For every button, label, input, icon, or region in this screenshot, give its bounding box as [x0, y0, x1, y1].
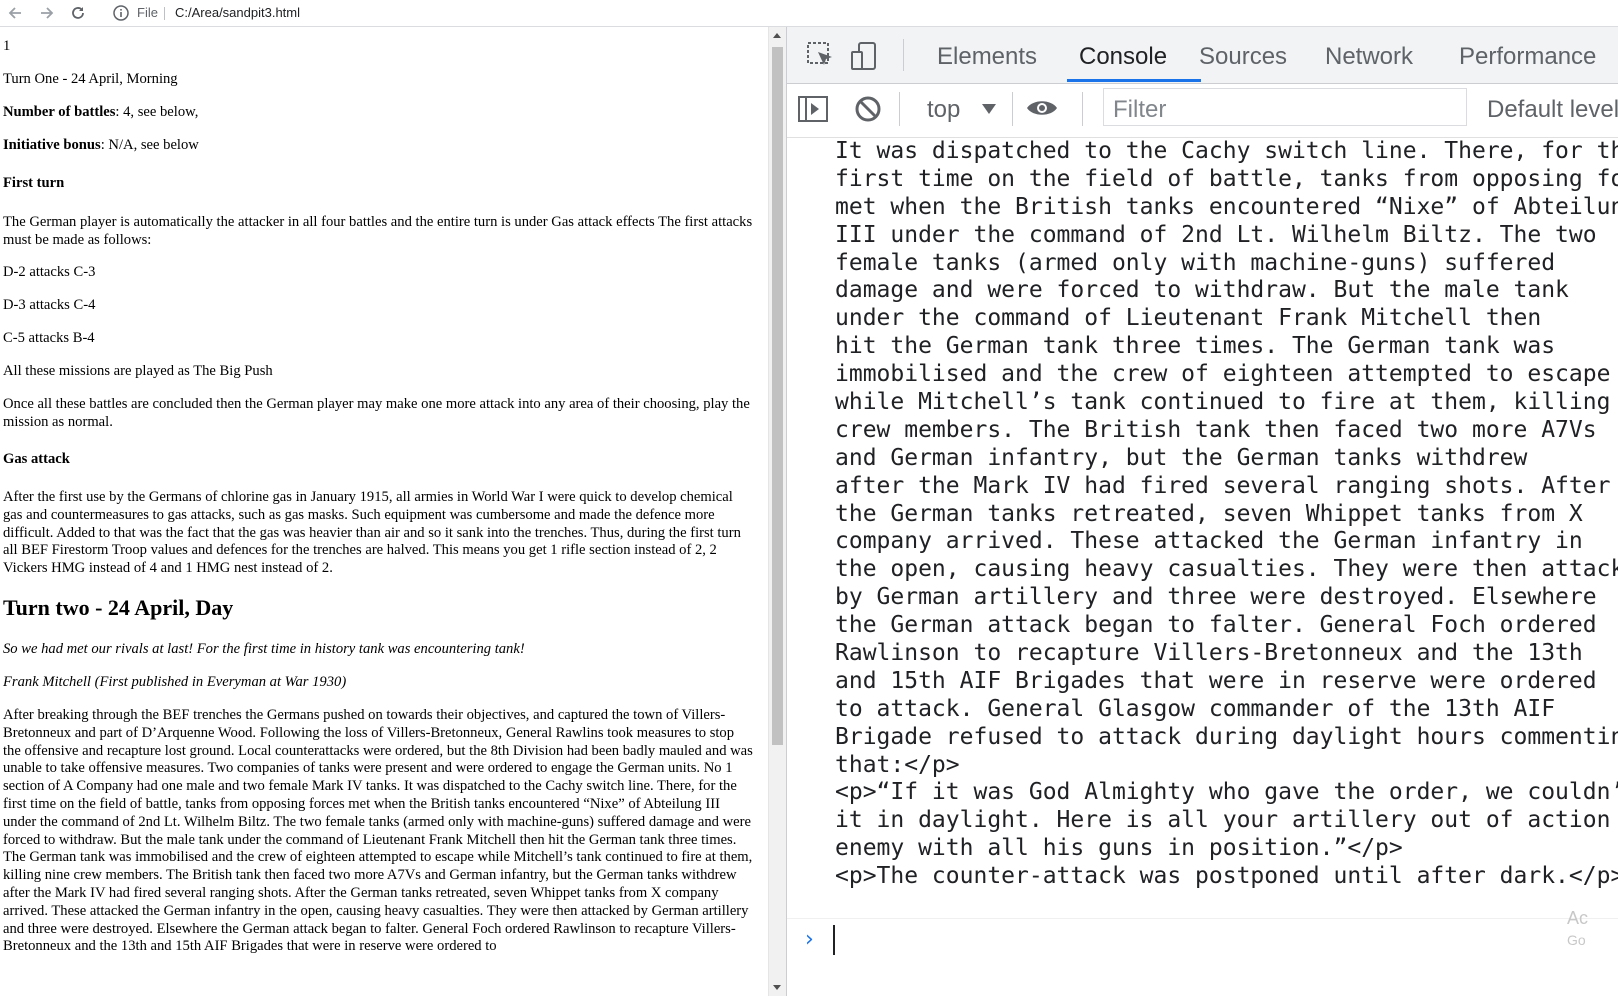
- console-line: crew members. The British tank then face…: [835, 416, 1597, 443]
- chevron-down-icon[interactable]: [982, 104, 996, 114]
- page-scrollbar[interactable]: [768, 27, 786, 996]
- console-output: It was dispatched to the Cachy switch li…: [787, 138, 1618, 996]
- clear-console-icon[interactable]: [853, 94, 883, 124]
- url-divider: [164, 7, 165, 20]
- scroll-down-arrow[interactable]: [773, 985, 781, 990]
- scroll-up-arrow[interactable]: [773, 33, 781, 38]
- toolbar-divider-3: [1082, 92, 1083, 126]
- log-levels-dropdown[interactable]: Default levels: [1487, 96, 1618, 124]
- tab-network[interactable]: Network: [1325, 43, 1413, 71]
- turn-one-title: Turn One - 24 April, Morning: [3, 71, 178, 87]
- quote: So we had met our rivals at last! For th…: [3, 641, 525, 657]
- console-line: hit the German tank three times. The Ger…: [835, 333, 1556, 360]
- console-line: after the Mark IV had fired several rang…: [835, 472, 1611, 499]
- console-line: Rawlinson to recapture Villers-Bretonneu…: [835, 640, 1583, 667]
- once-all-note: Once all these battles are concluded the…: [3, 396, 750, 430]
- active-tab-indicator: [1067, 79, 1201, 82]
- console-line: the German attack began to falter. Gener…: [835, 612, 1597, 639]
- reload-icon: [72, 7, 84, 19]
- eye-icon[interactable]: [1025, 96, 1059, 120]
- console-line: the open, causing heavy casualties. They…: [835, 556, 1618, 583]
- battles-label: Number of battles: [3, 104, 116, 120]
- tab-elements[interactable]: Elements: [937, 43, 1037, 71]
- console-line: damage and were forced to withdraw. But …: [835, 277, 1569, 304]
- initiative-label: Initiative bonus: [3, 137, 101, 153]
- battles-line: Number of battles: 4, see below,: [3, 104, 755, 122]
- console-toolbar: top Filter Default levels: [787, 84, 1618, 138]
- context-selector[interactable]: top: [927, 96, 960, 124]
- first-turn-heading: First turn: [3, 175, 65, 191]
- tab-console[interactable]: Console: [1079, 43, 1167, 71]
- console-line: and 15th AIF Brigades that were in reser…: [835, 667, 1597, 694]
- forward-button[interactable]: [36, 2, 58, 24]
- url-text[interactable]: C:/Area/sandpit3.html: [175, 5, 300, 20]
- attack-2: D-3 attacks C-4: [3, 297, 96, 313]
- console-line: <p>The counter-attack was postponed unti…: [835, 863, 1618, 890]
- text-caret: [833, 925, 835, 955]
- console-line: it in daylight. Here is all your artille…: [835, 807, 1618, 834]
- console-line: under the command of Lieutenant Frank Mi…: [835, 305, 1542, 332]
- console-line: met when the British tanks encountered “…: [835, 193, 1618, 220]
- devtools-tab-bar: Elements Console Sources Network Perform…: [787, 27, 1618, 84]
- scrollbar-thumb[interactable]: [772, 47, 783, 745]
- console-line: It was dispatched to the Cachy switch li…: [835, 138, 1618, 164]
- tab-divider: [903, 39, 904, 71]
- device-toolbar-icon[interactable]: [849, 40, 881, 72]
- console-line: by German artillery and three were destr…: [835, 584, 1597, 611]
- console-line: enemy with all his guns in position.”</p…: [835, 835, 1403, 862]
- url-scheme: File: [137, 5, 158, 20]
- initiative-value: : N/A, see below: [100, 137, 199, 153]
- initiative-line: Initiative bonus: N/A, see below: [3, 137, 755, 155]
- console-line: while Mitchell’s tank continued to fire …: [835, 389, 1618, 416]
- attack-3: C-5 attacks B-4: [3, 330, 95, 346]
- console-line: the German tanks retreated, seven Whippe…: [835, 500, 1583, 527]
- devtools-panel: Elements Console Sources Network Perform…: [786, 27, 1618, 996]
- narrative: After breaking through the BEF trenches …: [3, 707, 753, 955]
- activation-watermark: Ac Go: [1567, 908, 1589, 948]
- turn-two-heading: Turn two - 24 April, Day: [3, 595, 234, 620]
- console-line: Brigade refused to attack during dayligh…: [835, 723, 1618, 750]
- big-push-note: All these missions are played as The Big…: [3, 363, 273, 379]
- back-button[interactable]: [4, 2, 26, 24]
- console-line: company arrived. These attacked the Germ…: [835, 528, 1583, 555]
- console-line: <p>“If it was God Almighty who gave the …: [835, 779, 1618, 806]
- battles-value: : 4, see below,: [115, 104, 199, 120]
- page-number: 1: [3, 38, 11, 54]
- address-bar: File C:/Area/sandpit3.html: [0, 0, 1618, 27]
- toolbar-divider-2: [1012, 92, 1013, 126]
- console-line: first time on the field of battle, tanks…: [835, 165, 1618, 192]
- inspect-element-icon[interactable]: [805, 40, 837, 72]
- toolbar-divider: [899, 92, 900, 126]
- quote-source: Frank Mitchell (First published in Every…: [3, 674, 347, 690]
- first-turn-intro: The German player is automatically the a…: [3, 214, 753, 248]
- gas-heading: Gas attack: [3, 451, 70, 467]
- console-line: III under the command of 2nd Lt. Wilhelm…: [835, 221, 1597, 248]
- info-icon[interactable]: [112, 4, 130, 22]
- console-line: and German infantry, but the German tank…: [835, 444, 1528, 471]
- console-log-text: It was dispatched to the Cachy switch li…: [835, 138, 1618, 891]
- arrow-left-icon: [8, 7, 21, 19]
- reload-button[interactable]: [67, 2, 89, 24]
- console-line: that:</p>: [835, 751, 960, 778]
- attack-1: D-2 attacks C-3: [3, 264, 96, 280]
- page-viewport: 1 Turn One - 24 April, Morning Number of…: [0, 27, 768, 996]
- gas-text: After the first use by the Germans of ch…: [3, 489, 741, 577]
- prompt-chevron-icon: ›: [805, 927, 814, 952]
- console-line: immobilised and the crew of eighteen att…: [835, 361, 1611, 388]
- console-prompt[interactable]: ›: [787, 918, 1618, 959]
- sidebar-toggle-icon[interactable]: [797, 94, 829, 124]
- arrow-right-icon: [41, 7, 54, 19]
- tab-performance[interactable]: Performance: [1459, 43, 1596, 71]
- console-line: female tanks (armed only with machine-gu…: [835, 249, 1556, 276]
- filter-input[interactable]: Filter: [1103, 88, 1467, 126]
- tab-sources[interactable]: Sources: [1199, 43, 1287, 71]
- console-line: to attack. General Glasgow commander of …: [835, 695, 1556, 722]
